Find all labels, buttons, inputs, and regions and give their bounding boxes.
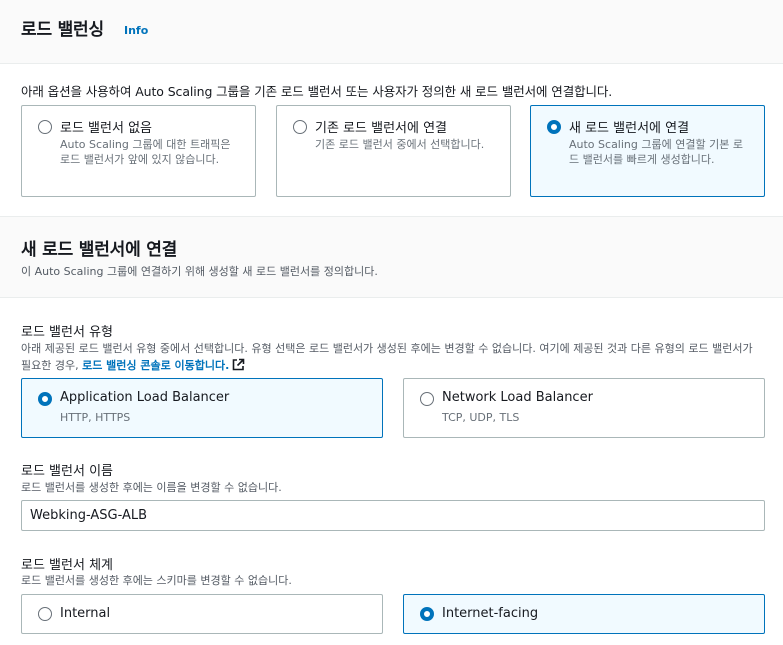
option-label: 기존 로드 밸런서에 연결	[315, 121, 447, 136]
info-link[interactable]: Info	[124, 24, 148, 37]
radio-new-load-balancer[interactable]	[547, 120, 561, 134]
lb-name-description: 로드 밸런서를 생성한 후에는 이름을 변경할 수 없습니다.	[21, 481, 282, 494]
external-link-icon[interactable]	[232, 358, 245, 371]
option-label: Network Load Balancer	[442, 390, 593, 405]
load-balancing-description: 아래 옵션을 사용하여 Auto Scaling 그룹을 기존 로드 밸런서 또…	[21, 84, 613, 99]
lb-console-link[interactable]: 로드 밸런싱 콘솔로 이동합니다.	[82, 359, 229, 372]
option-protocols: TCP, UDP, TLS	[442, 411, 520, 424]
option-label: Application Load Balancer	[60, 390, 230, 405]
radio-network-load-balancer[interactable]	[420, 392, 434, 406]
lb-name-input[interactable]: Webking-ASG-ALB	[21, 500, 765, 531]
option-description: Auto Scaling 그룹에 대한 트래픽은 로드 밸런서가 앞에 있지 않…	[60, 138, 231, 166]
option-label: Internet-facing	[442, 606, 539, 621]
radio-existing-load-balancer[interactable]	[293, 120, 307, 134]
option-network-load-balancer[interactable]: Network Load Balancer TCP, UDP, TLS	[403, 378, 765, 438]
option-new-load-balancer[interactable]: 새 로드 밸런서에 연결 Auto Scaling 그룹에 연결할 기본 로드 …	[530, 105, 765, 197]
section-title-new-load-balancer: 새 로드 밸런서에 연결	[21, 240, 178, 260]
radio-no-load-balancer[interactable]	[38, 120, 52, 134]
radio-internet-facing[interactable]	[420, 607, 434, 621]
option-application-load-balancer[interactable]: Application Load Balancer HTTP, HTTPS	[21, 378, 383, 438]
radio-application-load-balancer[interactable]	[38, 392, 52, 406]
option-description: Auto Scaling 그룹에 연결할 기본 로드 밸런서를 빠르게 생성합니…	[569, 138, 743, 166]
option-no-load-balancer[interactable]: 로드 밸런서 없음 Auto Scaling 그룹에 대한 트래픽은 로드 밸런…	[21, 105, 256, 197]
option-internal[interactable]: Internal	[21, 594, 383, 634]
lb-scheme-description: 로드 밸런서를 생성한 후에는 스키마를 변경할 수 없습니다.	[21, 574, 292, 587]
load-balancing-header	[0, 0, 783, 64]
new-load-balancer-description: 이 Auto Scaling 그룹에 연결하기 위해 생성할 새 로드 밸런서를…	[21, 265, 378, 278]
option-internet-facing[interactable]: Internet-facing	[403, 594, 765, 634]
radio-internal[interactable]	[38, 607, 52, 621]
option-label: 로드 밸런서 없음	[60, 121, 152, 136]
lb-name-label: 로드 밸런서 이름	[21, 464, 113, 479]
option-label: Internal	[60, 606, 111, 621]
option-protocols: HTTP, HTTPS	[60, 411, 131, 424]
lb-scheme-label: 로드 밸런서 체계	[21, 558, 113, 573]
option-label: 새 로드 밸런서에 연결	[569, 121, 690, 136]
lb-type-description: 아래 제공된 로드 밸런서 유형 중에서 선택합니다. 유형 선택은 로드 밸런…	[21, 340, 765, 374]
option-existing-load-balancer[interactable]: 기존 로드 밸런서에 연결 기존 로드 밸런서 중에서 선택합니다.	[276, 105, 511, 197]
lb-type-label: 로드 밸런서 유형	[21, 325, 113, 340]
section-title-load-balancing: 로드 밸런싱	[21, 20, 104, 40]
option-description: 기존 로드 밸런서 중에서 선택합니다.	[315, 138, 485, 151]
